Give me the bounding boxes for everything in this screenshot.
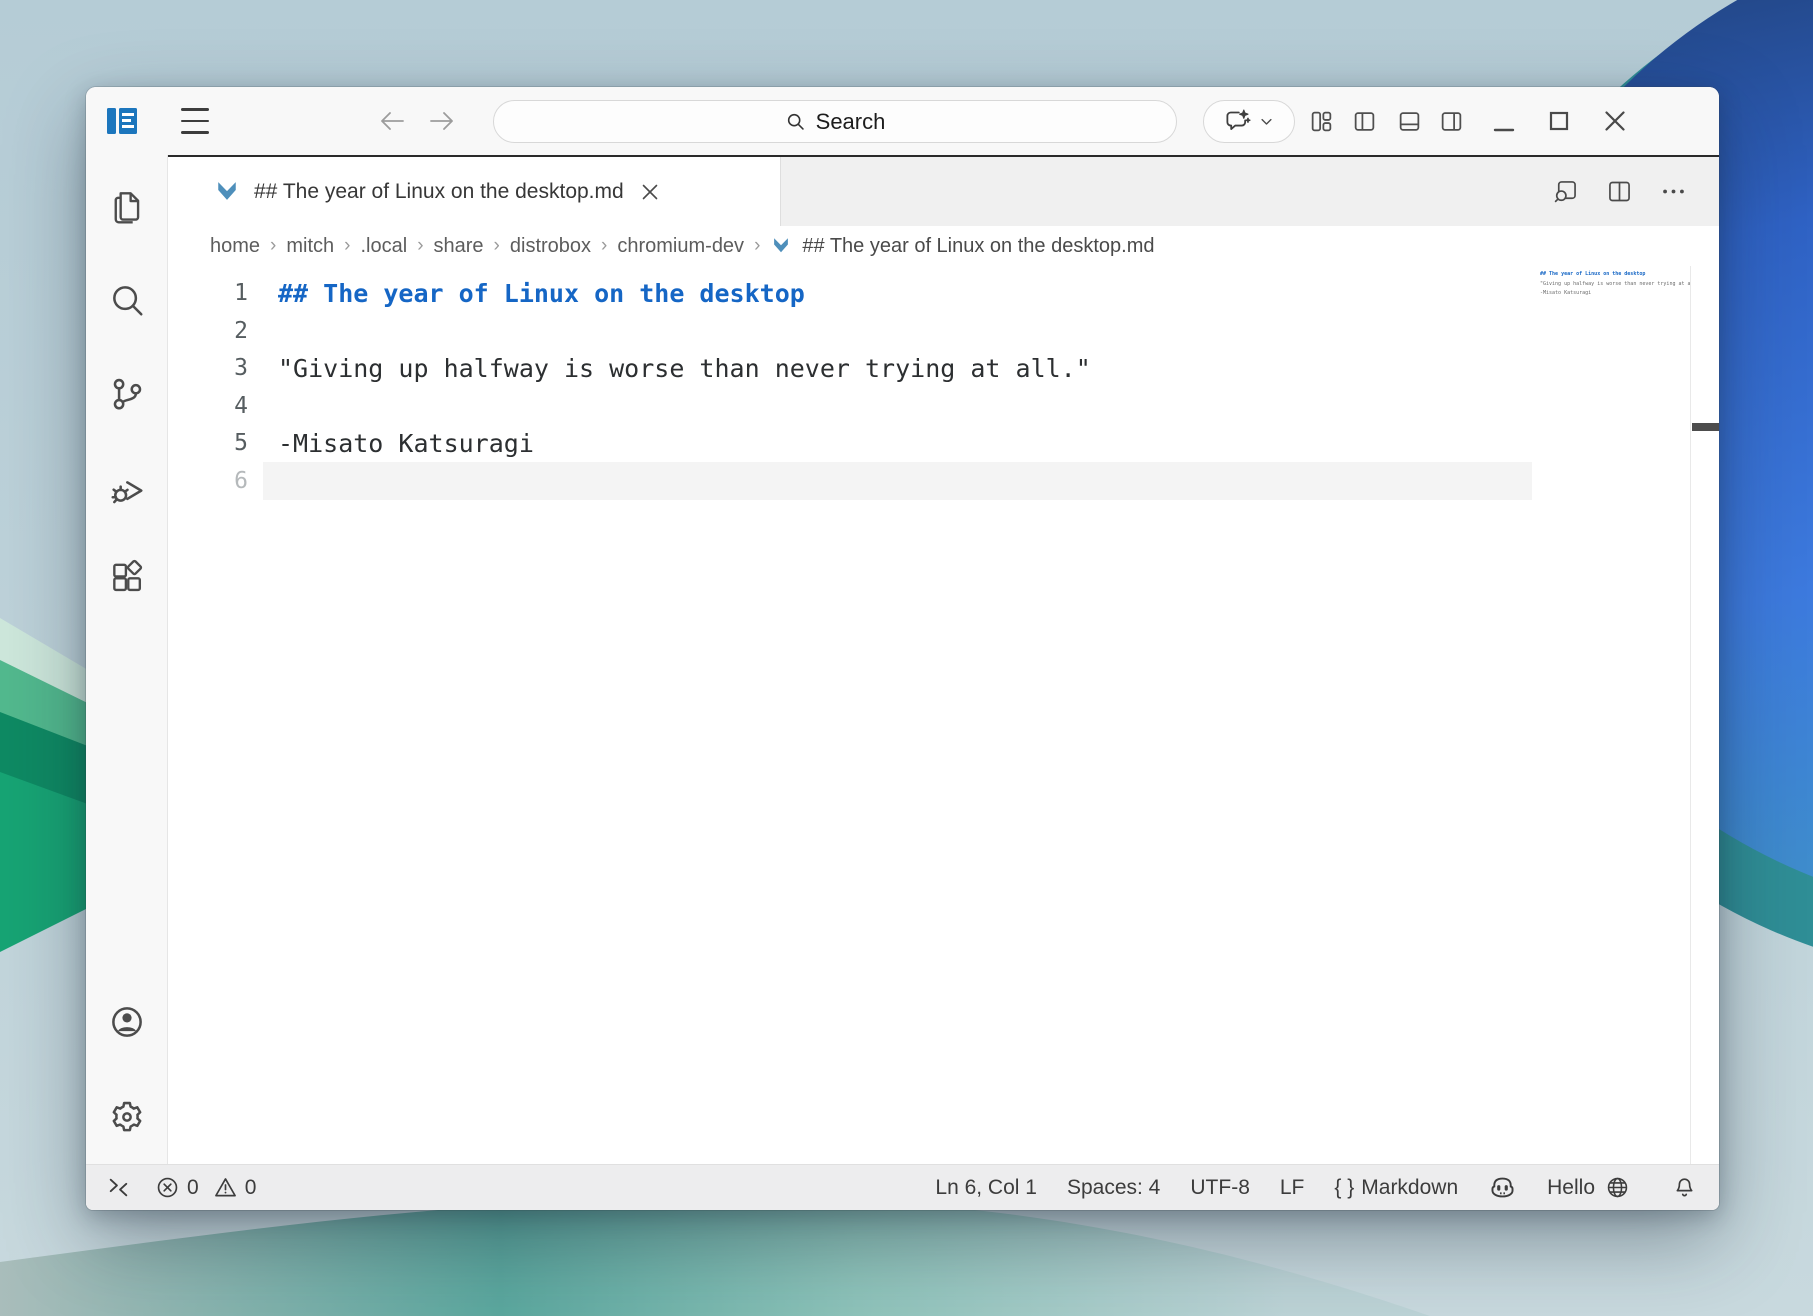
source-control-icon[interactable] xyxy=(108,375,146,413)
code-editor[interactable]: 1 ## The year of Linux on the desktop 2 … xyxy=(168,266,1719,1164)
vscode-window: Search xyxy=(86,87,1719,1210)
minimize-icon[interactable] xyxy=(1492,109,1516,133)
search-label: Search xyxy=(816,109,886,135)
breadcrumb-item[interactable]: chromium-dev xyxy=(617,235,744,258)
toggle-panel-icon[interactable] xyxy=(1397,109,1422,134)
customize-layout-icon[interactable] xyxy=(1309,109,1334,134)
breadcrumb: home › mitch › .local › share › distrobo… xyxy=(168,226,1719,266)
accounts-icon[interactable] xyxy=(108,1003,146,1041)
hello-label: Hello xyxy=(1547,1176,1595,1200)
status-bar: 0 0 Ln 6, Col 1 Spaces: 4 UTF-8 LF { } M… xyxy=(86,1164,1719,1210)
eol-status[interactable]: LF xyxy=(1280,1176,1305,1200)
breadcrumb-separator: › xyxy=(754,235,760,257)
forward-arrow-icon[interactable] xyxy=(429,109,455,133)
breadcrumb-separator: › xyxy=(270,235,276,257)
chevron-down-icon xyxy=(1259,114,1274,129)
run-debug-icon[interactable] xyxy=(108,471,146,509)
line-text: "Giving up halfway is worse than never t… xyxy=(278,350,1091,388)
encoding-status[interactable]: UTF-8 xyxy=(1190,1176,1250,1200)
minimap-line: "Giving up halfway is worse than never t… xyxy=(1540,280,1690,290)
problems-status[interactable]: 0 0 xyxy=(155,1175,256,1200)
close-icon[interactable] xyxy=(1603,109,1627,133)
language-label: Markdown xyxy=(1361,1176,1458,1200)
explorer-icon[interactable] xyxy=(108,187,146,225)
breadcrumb-separator: › xyxy=(344,235,350,257)
search-view-icon[interactable] xyxy=(108,281,146,319)
tab-label: ## The year of Linux on the desktop.md xyxy=(254,180,624,204)
error-icon xyxy=(155,1175,180,1200)
globe-icon xyxy=(1605,1175,1630,1200)
tab-close-icon[interactable] xyxy=(638,180,662,204)
chat-sparkle-icon xyxy=(1224,108,1251,135)
breadcrumb-item[interactable]: mitch xyxy=(286,235,334,258)
toggle-primary-sidebar-icon[interactable] xyxy=(1352,109,1377,134)
copilot-chat-button[interactable] xyxy=(1203,100,1295,143)
breadcrumb-separator: › xyxy=(601,235,607,257)
remote-indicator-icon[interactable] xyxy=(106,1175,131,1200)
open-preview-icon[interactable] xyxy=(1552,178,1579,205)
breadcrumb-file[interactable]: ## The year of Linux on the desktop.md xyxy=(802,235,1154,258)
markdown-icon xyxy=(770,235,792,257)
notifications-bell-icon[interactable] xyxy=(1672,1175,1697,1200)
breadcrumb-item[interactable]: .local xyxy=(360,235,407,258)
line-number: 6 xyxy=(168,463,248,501)
breadcrumb-item[interactable]: home xyxy=(210,235,260,258)
hello-language-status[interactable]: Hello xyxy=(1547,1175,1630,1200)
warnings-status[interactable]: 0 xyxy=(213,1175,257,1200)
language-status[interactable]: { } Markdown xyxy=(1334,1176,1458,1200)
title-bar: Search xyxy=(86,87,1719,155)
errors-count: 0 xyxy=(187,1176,199,1200)
tab-markdown-file[interactable]: ## The year of Linux on the desktop.md xyxy=(168,157,781,226)
warning-icon xyxy=(213,1175,238,1200)
breadcrumb-separator: › xyxy=(494,235,500,257)
minimap-line: ## The year of Linux on the desktop xyxy=(1540,270,1690,280)
code-line: 4 xyxy=(168,388,1534,426)
line-text: ## The year of Linux on the desktop xyxy=(278,275,805,313)
line-number: 4 xyxy=(168,388,248,426)
minimap[interactable]: ## The year of Linux on the desktop "Giv… xyxy=(1534,266,1690,1164)
code-line-current: 6 xyxy=(168,463,1534,501)
command-center-search[interactable]: Search xyxy=(493,100,1177,143)
more-actions-icon[interactable] xyxy=(1660,178,1687,205)
maximize-icon[interactable] xyxy=(1547,109,1571,133)
language-braces: { } xyxy=(1334,1176,1354,1200)
indentation-status[interactable]: Spaces: 4 xyxy=(1067,1176,1160,1200)
breadcrumb-separator: › xyxy=(417,235,423,257)
scrollbar[interactable] xyxy=(1690,266,1719,1164)
search-icon xyxy=(785,111,806,132)
markdown-icon xyxy=(213,178,241,206)
breadcrumb-item[interactable]: share xyxy=(434,235,484,258)
line-number: 3 xyxy=(168,350,248,388)
app-logo-icon xyxy=(106,105,138,137)
settings-gear-icon[interactable] xyxy=(108,1098,146,1136)
errors-status[interactable]: 0 xyxy=(155,1175,199,1200)
line-number: 1 xyxy=(168,275,248,313)
code-line: 3 "Giving up halfway is worse than never… xyxy=(168,350,1534,388)
breadcrumb-item[interactable]: distrobox xyxy=(510,235,591,258)
warnings-count: 0 xyxy=(245,1176,257,1200)
minimap-line: -Misato Katsuragi xyxy=(1540,289,1690,299)
editor-group: ## The year of Linux on the desktop.md xyxy=(168,155,1719,1164)
activity-bar xyxy=(86,155,168,1164)
extensions-icon[interactable] xyxy=(108,559,146,597)
line-text: -Misato Katsuragi xyxy=(278,425,534,463)
back-arrow-icon[interactable] xyxy=(379,109,405,133)
split-editor-icon[interactable] xyxy=(1606,178,1633,205)
code-line: 5 -Misato Katsuragi xyxy=(168,425,1534,463)
code-line: 2 xyxy=(168,313,1534,351)
line-number: 2 xyxy=(168,313,248,351)
code-line: 1 ## The year of Linux on the desktop xyxy=(168,275,1534,313)
menu-hamburger-icon[interactable] xyxy=(181,108,209,134)
line-number: 5 xyxy=(168,425,248,463)
overview-ruler-cursor-marker xyxy=(1692,423,1719,431)
copilot-icon[interactable] xyxy=(1488,1173,1517,1202)
tab-bar: ## The year of Linux on the desktop.md xyxy=(168,157,1719,226)
toggle-secondary-sidebar-icon[interactable] xyxy=(1439,109,1464,134)
cursor-position-status[interactable]: Ln 6, Col 1 xyxy=(935,1176,1037,1200)
